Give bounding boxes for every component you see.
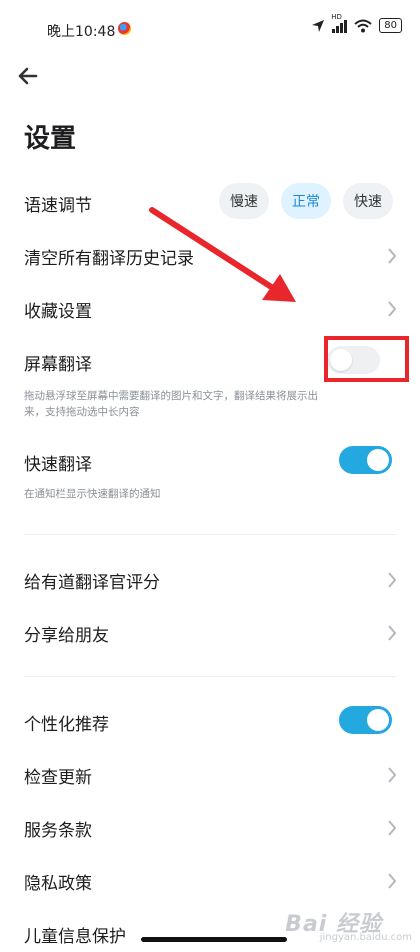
terms-label: 服务条款 [24,821,92,841]
watermark-url: jingyan.baidu.com [319,932,412,943]
speed-label: 语速调节 [24,196,92,216]
toggle-knob [367,449,389,471]
battery-icon: 80 [379,18,402,33]
favorites-label: 收藏设置 [24,302,92,322]
home-indicator[interactable] [141,937,287,942]
hd-badge: HD [331,12,342,21]
check-update-label: 检查更新 [24,768,92,788]
page-title: 设置 [24,124,77,154]
privacy-row[interactable]: 隐私政策 [0,863,420,899]
personalized-label: 个性化推荐 [24,715,109,735]
clear-history-label: 清空所有翻译历史记录 [24,249,194,269]
app-notification-icon [118,22,131,35]
status-time: 晚上10:48 [47,24,116,40]
annotation-highlight-box [324,336,409,382]
rate-app-row[interactable]: 给有道翻译官评分 [0,562,420,598]
speed-option-normal[interactable]: 正常 [281,183,331,219]
screen-translate-description: 拖动悬浮球至屏幕中需要翻译的图片和文字，翻译结果将展示出来，支持拖动选中长内容 [24,390,318,418]
rate-app-label: 给有道翻译官评分 [24,573,160,593]
back-arrow-icon[interactable] [14,62,42,90]
section-divider [24,676,396,677]
screen-translate-label: 屏幕翻译 [24,355,92,375]
chevron-right-icon [388,248,397,264]
quick-translate-description: 在通知栏显示快速翻译的通知 [24,488,161,500]
quick-translate-label: 快速翻译 [24,455,92,475]
chevron-right-icon [388,873,397,889]
privacy-label: 隐私政策 [24,874,92,894]
signal-icon: HD [331,13,348,33]
status-icons: HD 80 [311,13,402,33]
chevron-right-icon [388,625,397,641]
location-icon [312,19,325,32]
speed-option-fast[interactable]: 快速 [343,183,393,219]
speed-option-slow[interactable]: 慢速 [219,183,269,219]
chevron-right-icon [388,301,397,317]
personalized-toggle[interactable] [339,706,392,734]
share-row[interactable]: 分享给朋友 [0,615,420,651]
check-update-row[interactable]: 检查更新 [0,757,420,793]
toggle-knob [367,709,389,731]
chevron-right-icon [388,820,397,836]
favorites-settings-row[interactable]: 收藏设置 [0,291,420,327]
chevron-right-icon [388,767,397,783]
terms-row[interactable]: 服务条款 [0,810,420,846]
wifi-icon [354,19,372,32]
status-bar: 晚上10:48 HD 80 [0,0,420,60]
section-divider [24,534,396,535]
clear-history-row[interactable]: 清空所有翻译历史记录 [0,238,420,274]
quick-translate-toggle[interactable] [339,446,392,474]
child-privacy-label: 儿童信息保护 [24,927,126,947]
chevron-right-icon [388,572,397,588]
share-label: 分享给朋友 [24,626,109,646]
